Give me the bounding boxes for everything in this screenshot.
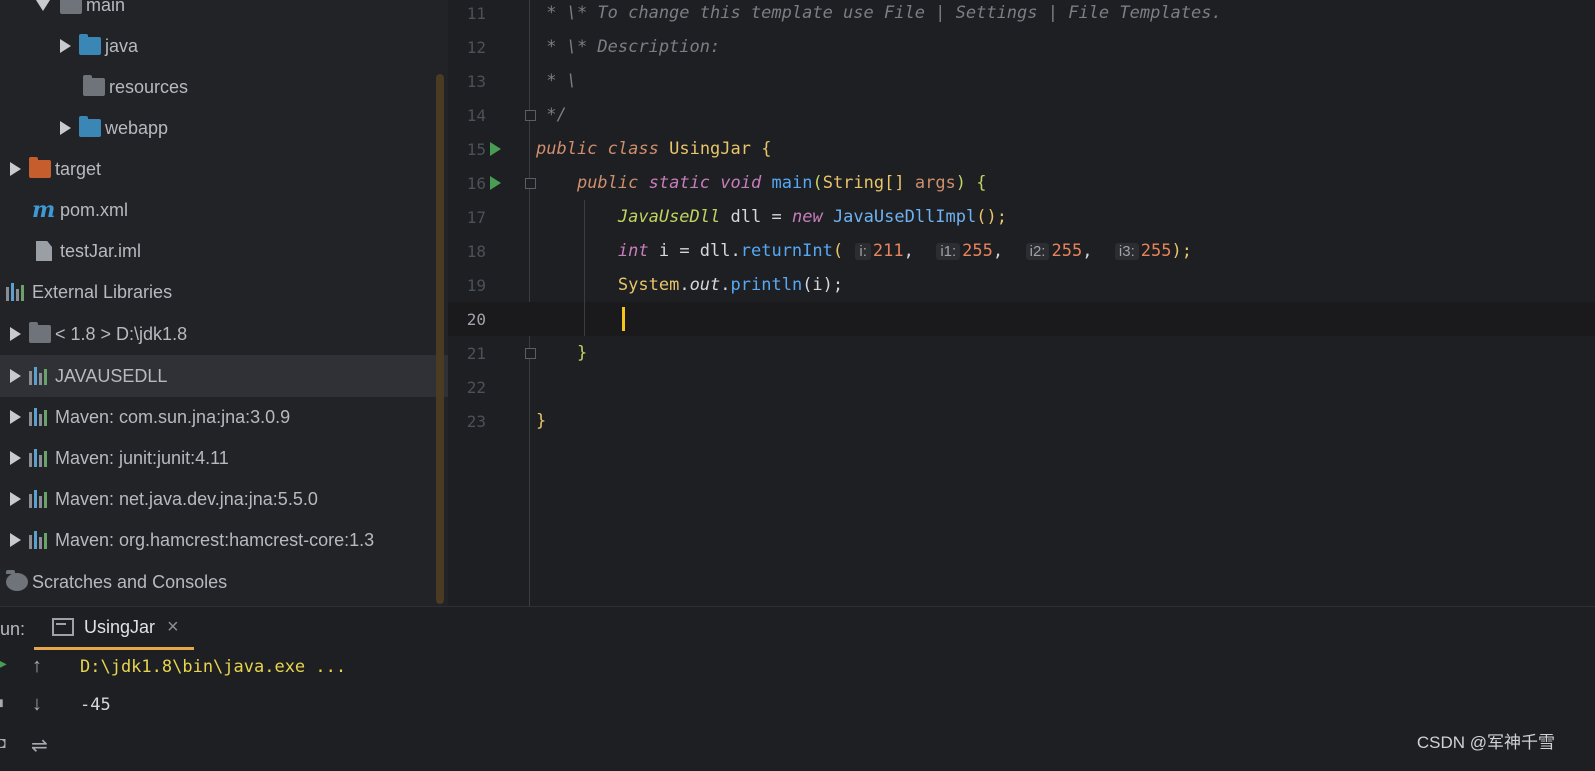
camera-icon[interactable]: ◘	[0, 735, 6, 753]
close-icon[interactable]: ×	[167, 616, 179, 639]
code-line: 23 }	[466, 411, 547, 431]
excluded-folder-icon	[29, 157, 51, 178]
library-icon	[29, 531, 51, 549]
run-class-icon[interactable]	[490, 142, 501, 156]
code-line: 11 * \* To change this template use File…	[466, 3, 1222, 23]
file-icon	[36, 241, 52, 261]
project-tool-window: main java resources webapp target m pom.…	[0, 0, 448, 617]
tree-item-jdk[interactable]: < 1.8 > D:\jdk1.8	[0, 313, 448, 355]
watermark: CSDN @军神千雪	[1416, 733, 1555, 752]
library-icon	[6, 283, 28, 301]
indent-guide	[584, 200, 585, 336]
tree-item-webapp[interactable]: webapp	[0, 107, 448, 149]
tree-item-iml[interactable]: testJar.iml	[0, 230, 448, 272]
arrow-up-icon[interactable]: ↑	[32, 655, 42, 678]
chevron-right-icon[interactable]	[60, 121, 71, 135]
tree-item-scratches[interactable]: Scratches and Consoles	[0, 561, 446, 603]
chevron-right-icon[interactable]	[10, 369, 21, 383]
param-hint: i3:	[1114, 243, 1139, 260]
fold-marker-icon[interactable]	[525, 178, 536, 189]
param-hint: i2:	[1025, 243, 1050, 260]
tree-item-maven-hamcrest[interactable]: Maven: org.hamcrest:hamcrest-core:1.3	[0, 519, 448, 561]
code-line: 17 JavaUseDll dll = new JavaUseDllImpl()…	[466, 207, 1007, 227]
code-line: 13 * \	[466, 71, 577, 91]
tree-item-java[interactable]: java	[0, 25, 448, 67]
code-line: 21 }	[466, 343, 588, 363]
tree-item-resources[interactable]: resources	[0, 66, 448, 108]
tree-item-maven-jna-309[interactable]: Maven: com.sun.jna:jna:3.0.9	[0, 396, 448, 438]
console-icon	[52, 618, 74, 636]
code-line: 19 System.out.println(i);	[466, 275, 844, 295]
console-output: -45	[80, 695, 111, 715]
folder-icon	[60, 0, 82, 14]
jdk-icon	[29, 322, 51, 343]
code-editor[interactable]: 11 * \* To change this template use File…	[448, 0, 1595, 606]
tree-item-javausedll[interactable]: JAVAUSEDLL	[0, 355, 448, 397]
text-caret	[622, 307, 625, 331]
run-tab-usingjar[interactable]: UsingJar ×	[34, 607, 194, 650]
chevron-right-icon[interactable]	[10, 327, 21, 341]
tree-item-target[interactable]: target	[0, 148, 448, 190]
console-command: D:\jdk1.8\bin\java.exe ...	[80, 657, 347, 677]
run-main-icon[interactable]	[490, 176, 501, 190]
chevron-right-icon[interactable]	[10, 162, 21, 176]
code-line: 18 int i = dll.returnInt( i: 211, i1: 255,…	[466, 241, 1192, 261]
tree-item-pom[interactable]: m pom.xml	[0, 189, 448, 231]
library-icon	[29, 490, 51, 508]
code-line: 22	[466, 377, 486, 397]
fold-marker-icon[interactable]	[525, 348, 536, 359]
project-scrollbar[interactable]	[436, 74, 444, 604]
library-icon	[29, 408, 51, 426]
code-line: 15 public class UsingJar {	[466, 139, 772, 159]
chevron-right-icon[interactable]	[10, 533, 21, 547]
library-icon	[29, 367, 51, 385]
web-folder-icon	[79, 116, 101, 137]
resources-folder-icon	[83, 75, 105, 96]
chevron-right-icon[interactable]	[10, 492, 21, 506]
code-line: 12 * \* Description:	[466, 37, 721, 57]
rerun-icon[interactable]: ▶	[0, 655, 7, 672]
scratches-icon	[6, 570, 28, 591]
arrow-down-icon[interactable]: ↓	[32, 693, 42, 716]
chevron-down-icon[interactable]	[36, 0, 50, 11]
chevron-right-icon[interactable]	[10, 451, 21, 465]
soft-wrap-icon[interactable]: ⇌	[31, 733, 48, 758]
run-tool-window: un: UsingJar × ▶ ■ ◘ ↑ ↓ ⇌ D:\jdk1.8\bin…	[0, 606, 1595, 771]
fold-marker-icon[interactable]	[525, 110, 536, 121]
code-line: 14 */	[466, 105, 567, 125]
chevron-right-icon[interactable]	[10, 410, 21, 424]
source-folder-icon	[79, 34, 101, 55]
param-hint: i1:	[936, 243, 961, 260]
library-icon	[29, 449, 51, 467]
current-code-line[interactable]: 20	[448, 302, 1595, 336]
tree-item-external-libraries[interactable]: External Libraries	[0, 271, 446, 313]
tree-item-maven-junit[interactable]: Maven: junit:junit:4.11	[0, 437, 448, 479]
chevron-right-icon[interactable]	[60, 39, 71, 53]
maven-icon: m	[32, 197, 56, 223]
code-line: 16 public static void main(String[] args…	[466, 173, 987, 193]
tree-item-maven-jna-550[interactable]: Maven: net.java.dev.jna:jna:5.5.0	[0, 478, 448, 520]
tree-item-main[interactable]: main	[0, 0, 448, 26]
param-hint: i:	[855, 243, 871, 260]
stop-icon[interactable]: ■	[0, 695, 4, 713]
